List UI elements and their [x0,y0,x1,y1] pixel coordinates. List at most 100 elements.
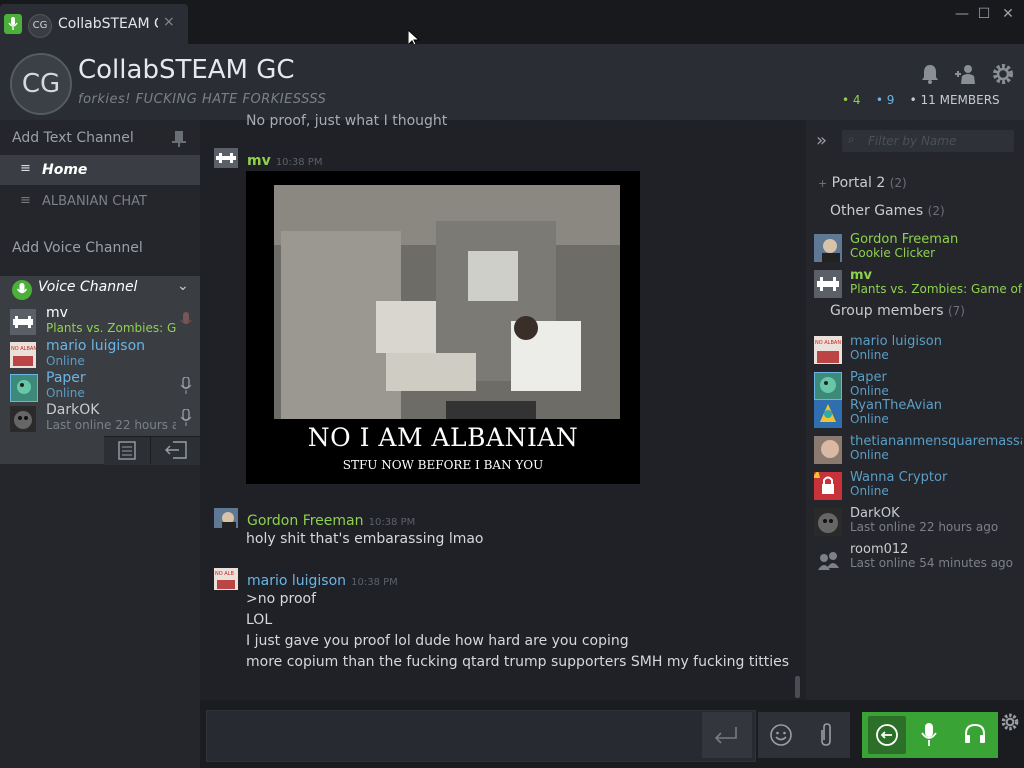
section-label: Portal 2 [831,175,886,191]
gear-icon[interactable] [1000,712,1020,732]
member-item[interactable]: thetiananmensquaremassa Online [814,434,1024,468]
headset-icon[interactable] [963,723,987,745]
leave-icon[interactable] [165,441,187,459]
message-header: mv 10:38 PM [247,150,322,169]
channel-label: ALBANIAN CHAT [42,194,147,209]
channel-albanian-chat[interactable]: ≡ ALBANIAN CHAT [0,187,200,217]
meme-subcaption: STFU NOW BEFORE I BAN YOU [342,458,544,472]
section-count: (2) [927,204,945,218]
member-status: Last online 22 hours ago [850,520,999,534]
svg-text:NO ALBAN: NO ALBAN [815,340,841,346]
microphone-icon [12,280,32,300]
voice-user-status: Online [46,354,85,368]
group-tagline: forkies! FUCKING HATE FORKIESSSS [78,92,327,107]
member-status: Plants vs. Zombies: Game of t [850,282,1022,296]
member-name: Wanna Cryptor [850,470,948,485]
voice-user[interactable]: mv Plants vs. Zombies: Ga [10,305,195,339]
channel-icon: ≡ [20,193,31,208]
meme-caption: NO I AM ALBANIAN [307,423,579,452]
avatar: NO ALB [214,568,238,590]
member-item[interactable]: DarkOK Last online 22 hours ago [814,506,1024,540]
avatar [814,544,842,572]
filter-placeholder: Filter by Name [868,134,957,148]
bell-icon[interactable] [918,62,942,86]
member-status: Online [850,448,889,462]
message-time: 10:38 PM [351,577,398,588]
voice-controls-bar [862,712,998,758]
message-author[interactable]: mario luigison [247,573,346,589]
muted-mic-icon [180,312,192,324]
voice-user[interactable]: NO ALBAN mario luigison Online [10,338,195,372]
chat-tab[interactable]: CG CollabSTEAM G × [0,4,188,44]
maximize-button[interactable]: ☐ [974,6,994,22]
minimize-button[interactable]: — [952,6,972,22]
message-header: Gordon Freeman 10:38 PM [247,510,415,529]
member-name: room012 [850,542,909,557]
member-name: Gordon Freeman [850,232,959,247]
member-name: Paper [850,370,887,385]
member-item[interactable]: Gordon Freeman Cookie Clicker [814,232,1024,266]
member-status: Last online 54 minutes ago [850,556,1014,570]
avatar [814,270,842,298]
avatar: NO ALBAN [814,336,842,364]
send-icon [714,727,737,744]
message-time: 10:38 PM [275,157,323,168]
member-item[interactable]: RyanTheAvian Online [814,398,1024,432]
avatar: NO ALBAN [10,342,37,368]
microphone-icon[interactable] [920,722,938,748]
member-status: Online [850,412,889,426]
meme-image[interactable]: NO I AM ALBANIAN STFU NOW BEFORE I BAN Y… [246,171,640,484]
add-text-channel-button[interactable]: Add Text Channel [12,130,134,146]
member-item[interactable]: mv Plants vs. Zombies: Game of t [814,268,1024,302]
chevron-down-icon[interactable]: ⌄ [177,278,189,294]
message-text: holy shit that's embarassing lmao [246,531,484,547]
section-label: Other Games [830,203,924,219]
close-window-button[interactable]: ✕ [998,6,1018,22]
member-status: Online [850,384,889,398]
message-text: No proof, just what I thought [246,113,448,129]
voice-user[interactable]: Paper Online [10,370,195,404]
member-item[interactable]: NO ALBAN mario luigison Online [814,334,1024,368]
online-count: 9 [886,93,895,107]
avatar [814,400,842,428]
voice-user-status: Plants vs. Zombies: Ga [46,321,176,335]
section-group-members[interactable]: Group members (7) [830,303,965,319]
member-item[interactable]: Wanna Cryptor Online [812,470,1024,504]
add-voice-channel-button[interactable]: Add Voice Channel [12,240,143,256]
tab-title: CollabSTEAM G [58,16,158,32]
message-input[interactable] [206,710,756,762]
channel-label: Home [42,162,88,178]
add-friend-icon[interactable] [954,62,978,86]
message-text: >no proof [246,591,317,607]
pin-icon[interactable] [172,131,186,147]
voice-channel-title[interactable]: Voice Channel [38,279,137,295]
collapse-icon[interactable]: » [816,130,827,151]
section-portal-2[interactable]: + Portal 2 (2) [818,175,907,191]
message-text: more copium than the fucking qtard trump… [246,654,790,670]
paperclip-icon[interactable] [816,722,836,748]
message-author[interactable]: mv [247,153,271,169]
group-avatar[interactable]: CG [10,53,72,115]
channel-home[interactable]: ≡ Home [0,155,200,185]
voice-user-name: DarkOK [46,402,100,418]
emoji-icon[interactable] [769,723,793,747]
ingame-count: 4 [852,93,861,107]
member-filter[interactable]: ⌕ Filter by Name [842,130,1014,152]
section-other-games[interactable]: Other Games (2) [830,203,945,219]
message-text: I just gave you proof lol dude how hard … [246,633,629,649]
microphone-icon [180,409,192,426]
voice-user[interactable]: DarkOK Last online 22 hours a [10,402,195,436]
avatar [214,148,238,168]
notes-icon[interactable] [118,440,136,460]
channel-icon: ≡ [20,161,31,176]
avatar [812,470,842,500]
message-author[interactable]: Gordon Freeman [247,513,364,529]
member-status: Online [850,484,889,498]
voice-chat-button[interactable] [868,716,906,754]
chat-scrollbar[interactable] [795,676,800,698]
gear-icon[interactable] [991,62,1015,86]
voice-chat-icon [876,724,898,746]
tab-close-button[interactable]: × [163,14,175,30]
member-item[interactable]: room012 Last online 54 minutes ago [814,542,1024,576]
send-button[interactable] [702,712,752,758]
